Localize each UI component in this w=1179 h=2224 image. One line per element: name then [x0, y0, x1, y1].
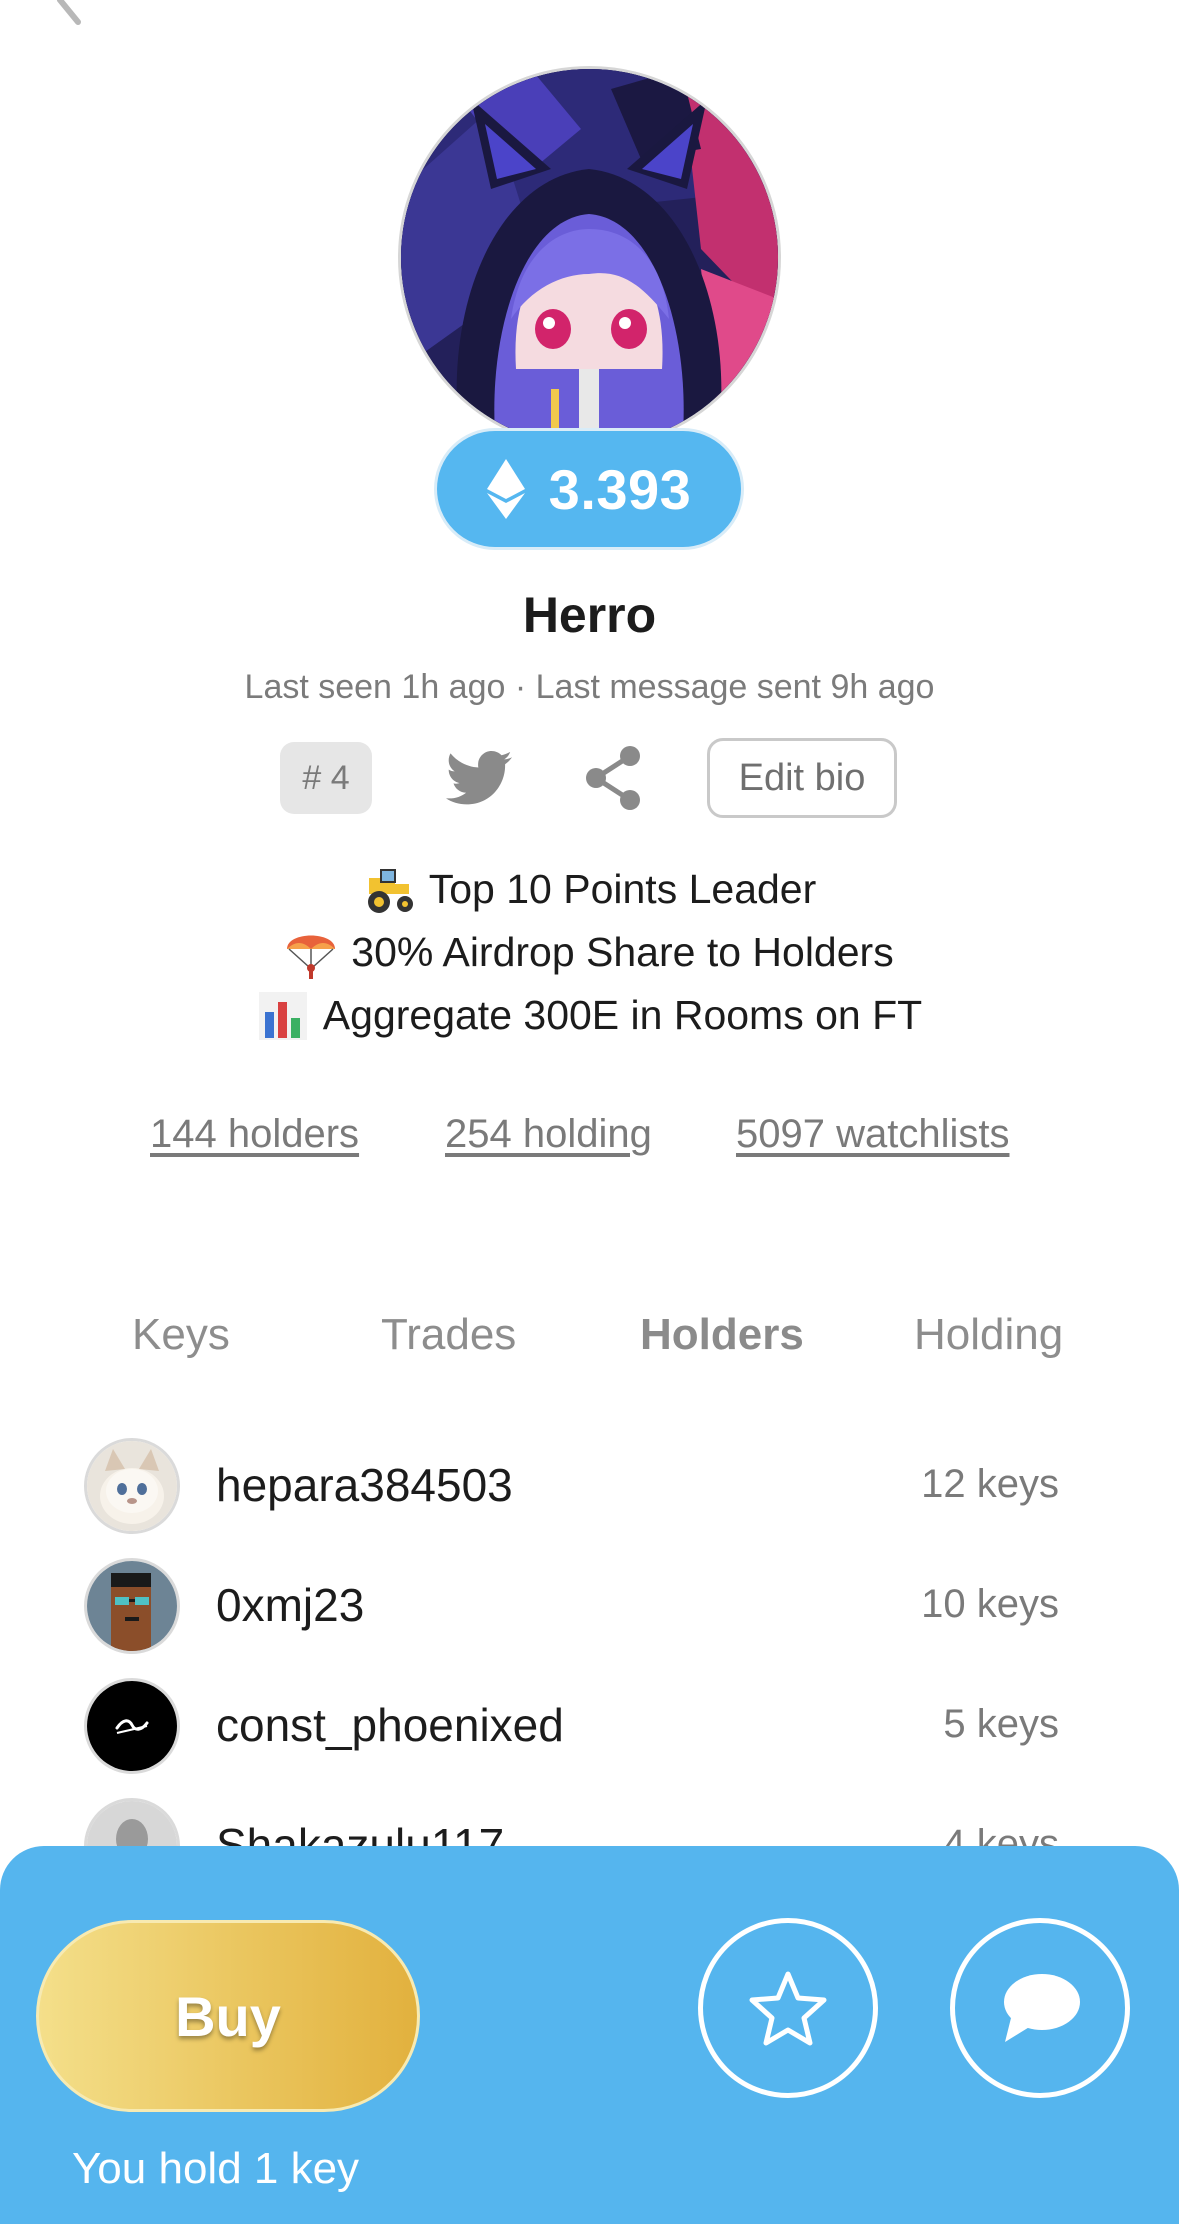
bio-text: Top 10 Points Leader [428, 866, 817, 912]
bottom-action-bar: Buy You hold 1 key [0, 1846, 1179, 2224]
share-icon[interactable] [578, 742, 650, 814]
holder-avatar [84, 1438, 180, 1534]
profile-tabs: Keys Trades Holders Holding [0, 1310, 1179, 1380]
bio-line: Top 10 Points Leader [0, 858, 1179, 921]
chat-button[interactable] [950, 1918, 1130, 2098]
tab-holding[interactable]: Holding [914, 1310, 1063, 1360]
buy-label: Buy [175, 1984, 281, 2048]
last-seen-text: Last seen 1h ago · Last message sent 9h … [244, 668, 935, 706]
key-price-badge: 3.393 [434, 428, 744, 550]
holder-avatar [84, 1558, 180, 1654]
twitter-icon[interactable] [443, 742, 515, 814]
watchlists-count-link[interactable]: 5097 watchlists [736, 1112, 1009, 1157]
profile-name: Herro [522, 587, 657, 643]
tab-holders[interactable]: Holders [640, 1310, 804, 1360]
rank-badge: # 4 [280, 742, 372, 814]
holders-count-link[interactable]: 144 holders [150, 1112, 359, 1157]
edit-bio-button[interactable]: Edit bio [707, 738, 897, 818]
holder-row[interactable]: const_phoenixed 5 keys [0, 1678, 1179, 1778]
holder-name: const_phoenixed [216, 1699, 564, 1751]
tab-trades[interactable]: Trades [381, 1310, 516, 1360]
bio-line: 30% Airdrop Share to Holders [0, 921, 1179, 984]
holder-row[interactable]: hepara384503 12 keys [0, 1438, 1179, 1538]
buy-button[interactable]: Buy [36, 1920, 420, 2112]
profile-avatar [398, 66, 781, 449]
bio-text: Aggregate 300E in Rooms on FT [322, 992, 923, 1038]
back-chevron-icon[interactable] [40, 0, 100, 30]
bio-text: 30% Airdrop Share to Holders [351, 929, 894, 975]
stats-row: 144 holders 254 holding 5097 watchlists [0, 1112, 1179, 1172]
watchlist-button[interactable] [698, 1918, 878, 2098]
key-price-value: 3.393 [548, 457, 692, 521]
star-icon [749, 1971, 827, 2046]
holder-row[interactable]: 0xmj23 10 keys [0, 1558, 1179, 1658]
holder-keys: 10 keys [921, 1582, 1059, 1626]
holder-keys: 12 keys [921, 1462, 1059, 1506]
ethereum-icon [486, 459, 525, 519]
bio-line: Aggregate 300E in Rooms on FT [0, 984, 1179, 1047]
chat-bubble-icon [1004, 1974, 1080, 2042]
holder-avatar [84, 1678, 180, 1774]
holder-name: hepara384503 [216, 1459, 513, 1511]
holding-count-link[interactable]: 254 holding [445, 1112, 652, 1157]
hold-status-text: You hold 1 key [72, 2144, 360, 2193]
parachute-icon [287, 935, 336, 979]
holder-keys: 5 keys [943, 1702, 1059, 1746]
bar-chart-icon [258, 991, 307, 1040]
bio-section: Top 10 Points Leader 30% Airdrop Share t… [0, 858, 1179, 1047]
profile-actions: # 4 Edit bio [0, 738, 1179, 818]
holder-name: 0xmj23 [216, 1579, 365, 1631]
tractor-icon [367, 868, 413, 913]
tab-keys[interactable]: Keys [132, 1310, 230, 1360]
